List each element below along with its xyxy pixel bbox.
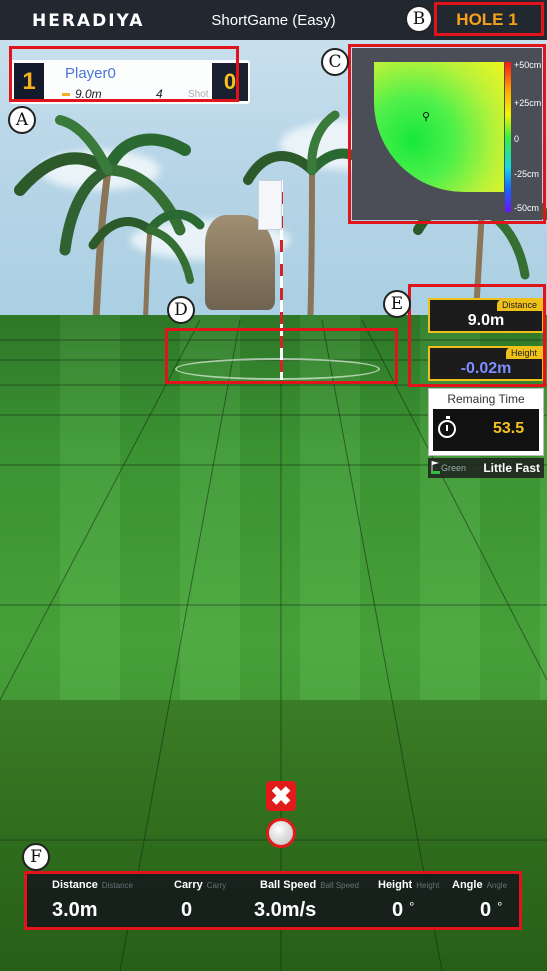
callout-box-d (165, 328, 398, 384)
callout-box-a (9, 46, 239, 102)
remaining-time-label: Remaing Time (447, 392, 525, 406)
hole-flag (258, 180, 282, 230)
marker-d: D (167, 296, 195, 324)
callout-box-b (434, 2, 544, 36)
remaining-time-panel: Remaing Time 53.5 (428, 388, 544, 456)
green-speed-panel: Green Little Fast (428, 458, 544, 478)
marker-e: E (383, 290, 411, 318)
close-icon[interactable]: ✖ (266, 781, 296, 811)
remaining-time-value: 53.5 (493, 420, 525, 437)
marker-c: C (321, 48, 349, 76)
marker-b: B (405, 5, 433, 33)
flag-icon (431, 461, 440, 474)
marker-a: A (8, 106, 36, 134)
marker-f: F (22, 843, 50, 871)
green-label: Green (441, 463, 467, 473)
green-speed-value: Little Fast (483, 461, 540, 475)
callout-box-f (24, 871, 522, 930)
stopwatch-icon (438, 416, 456, 438)
golf-ball-icon[interactable] (266, 818, 296, 848)
callout-box-e (408, 284, 546, 387)
callout-box-c (348, 44, 546, 224)
remaining-time-display: 53.5 (433, 409, 539, 451)
